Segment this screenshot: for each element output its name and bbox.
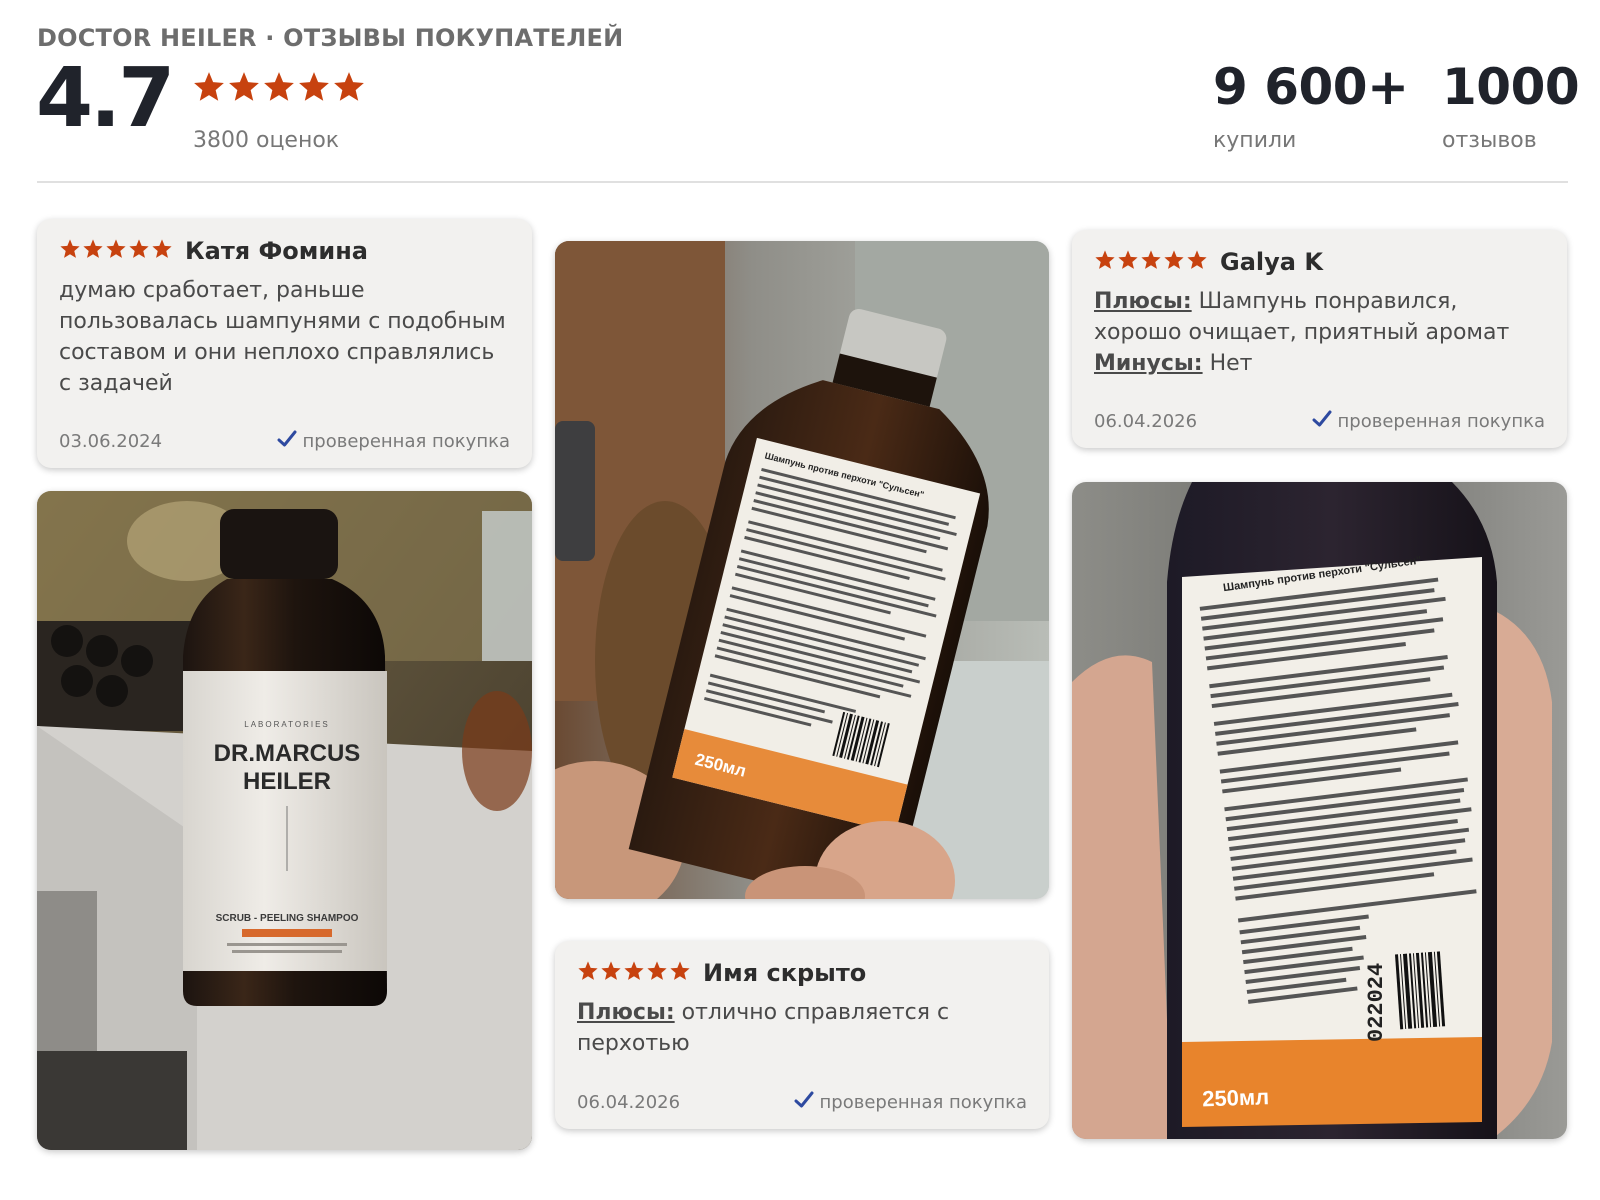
star-icon	[1117, 249, 1139, 275]
review-stars	[1094, 249, 1208, 275]
review-author: Имя скрыто	[703, 959, 867, 987]
review-text: Плюсы: Шампунь понравился, хорошо очищае…	[1094, 286, 1545, 379]
batch-number-text: 022024	[1364, 963, 1389, 1042]
star-icon	[646, 960, 668, 986]
check-icon	[277, 429, 297, 454]
star-icon	[192, 70, 226, 108]
star-icon	[151, 238, 173, 264]
verified-badge: проверенная покупка	[1312, 409, 1545, 434]
review-card[interactable]: Galya K Плюсы: Шампунь понравился, хорош…	[1072, 230, 1567, 448]
review-photo-label[interactable]: Шампунь против перхоти "Сульсен" 022024 …	[1072, 482, 1567, 1139]
review-photo-back[interactable]: Шампунь против перхоти "Сульсен" 250мл	[555, 241, 1049, 899]
reviews-value: 1000	[1442, 58, 1580, 116]
review-stars	[59, 238, 173, 264]
average-rating: 4.7	[36, 51, 175, 146]
check-icon	[794, 1090, 814, 1115]
star-icon	[1094, 249, 1116, 275]
star-icon	[59, 238, 81, 264]
pros-label: Плюсы:	[577, 1000, 675, 1025]
bought-value: 9 600+	[1213, 58, 1409, 116]
review-date: 03.06.2024	[59, 431, 163, 452]
review-author: Катя Фомина	[185, 237, 368, 265]
cons-text: Нет	[1209, 351, 1253, 376]
verified-label: проверенная покупка	[819, 1092, 1027, 1113]
review-text: думаю сработает, раньше пользовалась шам…	[59, 278, 506, 396]
rating-stars	[192, 70, 366, 108]
review-date: 06.04.2026	[1094, 411, 1198, 432]
pros-label: Плюсы:	[1094, 289, 1192, 314]
star-icon	[297, 70, 331, 108]
star-icon	[1186, 249, 1208, 275]
star-icon	[577, 960, 599, 986]
page-title: DOCTOR HEILER · ОТЗЫВЫ ПОКУПАТЕЛЕЙ	[37, 24, 624, 52]
review-card[interactable]: Катя Фомина думаю сработает, раньше поль…	[37, 219, 532, 468]
star-icon	[105, 238, 127, 264]
star-icon	[600, 960, 622, 986]
bought-label: купили	[1213, 128, 1297, 153]
star-icon	[262, 70, 296, 108]
review-stars	[577, 960, 691, 986]
review-card[interactable]: Имя скрыто Плюсы: отлично справляется с …	[555, 941, 1049, 1129]
review-author: Galya K	[1220, 248, 1323, 276]
star-icon	[227, 70, 261, 108]
reviews-stat: 1000 отзывов	[1442, 58, 1580, 153]
star-icon	[1163, 249, 1185, 275]
verified-label: проверенная покупка	[1337, 411, 1545, 432]
volume-text-2: 250мл	[1202, 1084, 1270, 1111]
brand-line1-text: DR.MARCUS	[214, 740, 361, 767]
star-icon	[1140, 249, 1162, 275]
verified-badge: проверенная покупка	[277, 429, 510, 454]
product-name-text: SCRUB - PEELING SHAMPOO	[216, 913, 359, 924]
check-icon	[1312, 409, 1332, 434]
brand-small-text: LABORATORIES	[244, 720, 330, 729]
rating-count: 3800 оценок	[193, 128, 340, 153]
brand-line2-text: HEILER	[243, 768, 331, 795]
review-photo-front[interactable]: LABORATORIES DR.MARCUS HEILER SCRUB - PE…	[37, 491, 532, 1150]
bought-stat: 9 600+ купили	[1213, 58, 1409, 153]
header-divider	[37, 181, 1568, 183]
star-icon	[669, 960, 691, 986]
review-text: Плюсы: отлично справляется с перхотью	[577, 997, 1027, 1059]
star-icon	[332, 70, 366, 108]
review-date: 06.04.2026	[577, 1092, 681, 1113]
cons-label: Минусы:	[1094, 351, 1203, 376]
verified-badge: проверенная покупка	[794, 1090, 1027, 1115]
star-icon	[128, 238, 150, 264]
reviews-label: отзывов	[1442, 128, 1537, 153]
verified-label: проверенная покупка	[302, 431, 510, 452]
star-icon	[82, 238, 104, 264]
star-icon	[623, 960, 645, 986]
